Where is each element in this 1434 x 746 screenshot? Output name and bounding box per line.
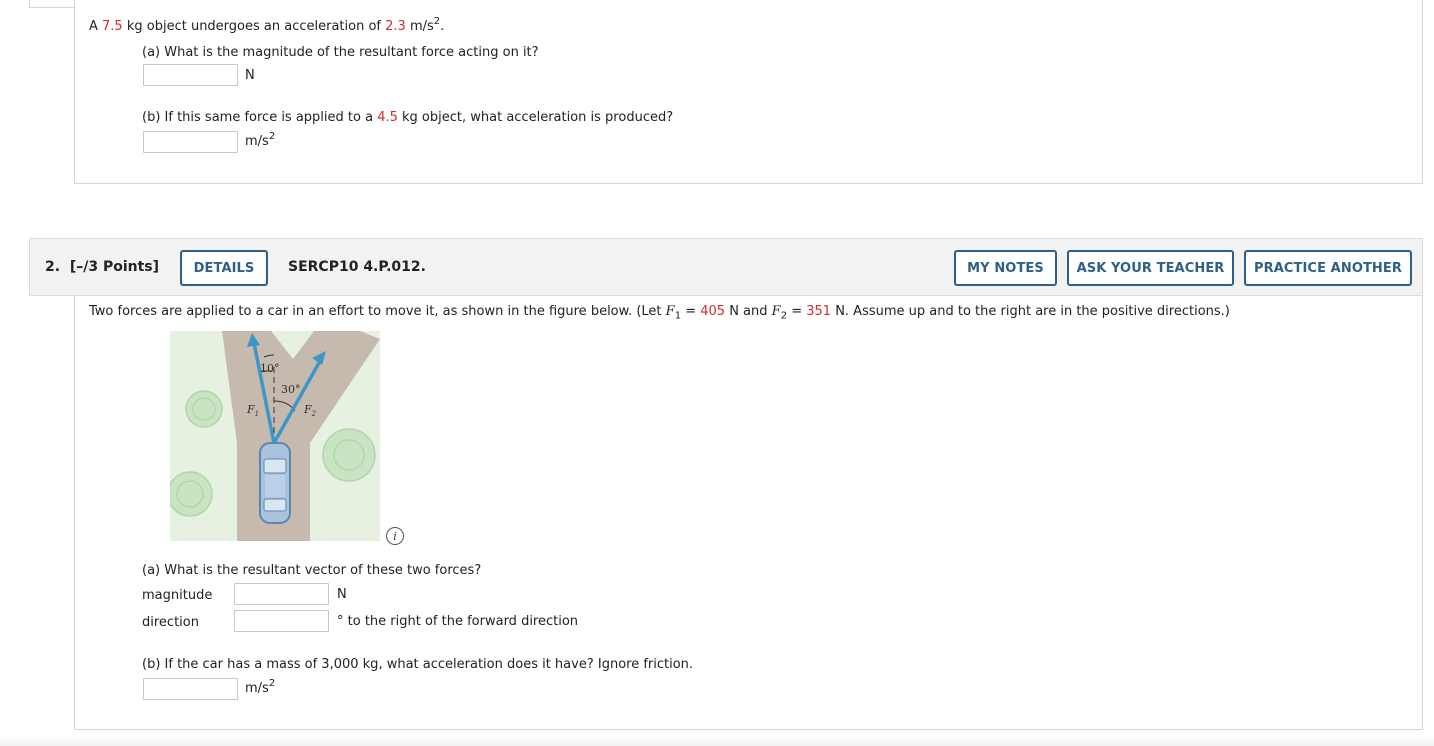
q1-intro: A 7.5 kg object undergoes an acceleratio… (89, 15, 445, 34)
q2-f1-value: 405 (700, 304, 726, 319)
q1-accel-value: 2.3 (385, 19, 406, 34)
direction-label: direction (142, 615, 199, 630)
q1-intro-exponent: 2 (433, 15, 441, 27)
angle-label-10: 10° (260, 362, 280, 375)
q1-mass-value: 7.5 (102, 19, 123, 34)
q2-f2-symbol: F (771, 304, 781, 319)
forces-on-car-figure: 10° 30° F1 F2 (170, 331, 380, 541)
q1-part-b-mass-value: 4.5 (377, 110, 398, 125)
car-icon (259, 442, 291, 524)
angle-label-30: 30° (281, 383, 301, 396)
q2-intro-text: N and (725, 304, 772, 319)
q2-part-b-prompt: (b) If the car has a mass of 3,000 kg, w… (142, 657, 694, 672)
q2-intro: Two forces are applied to a car in an ef… (89, 304, 1230, 321)
q1-part-a-prompt: (a) What is the magnitude of the resulta… (142, 45, 539, 60)
details-button[interactable]: DETAILS (180, 250, 268, 286)
q2-part-b-unit-exponent: 2 (268, 677, 276, 689)
q2-part-a-prompt: (a) What is the resultant vector of thes… (142, 563, 482, 578)
q2-part-b-unit-text: m/s (245, 681, 269, 696)
q1-part-b-unit-text: m/s (245, 134, 269, 149)
label-f1-subscript: 1 (255, 410, 259, 418)
q1-part-b-text: (b) If this same force is applied to a (142, 110, 378, 125)
question-number: 2. [–/3 Points] (45, 259, 159, 275)
q1-intro-text: kg object undergoes an acceleration of (122, 19, 386, 34)
q1-part-b-answer-input[interactable] (143, 131, 238, 153)
my-notes-button[interactable]: MY NOTES (954, 250, 1057, 286)
q2-intro-text: N. Assume up and to the right are in the… (831, 304, 1230, 319)
direction-input[interactable] (234, 610, 329, 632)
label-f2-subscript: 2 (311, 410, 317, 418)
magnitude-label: magnitude (142, 588, 213, 603)
direction-unit: ° to the right of the forward direction (337, 614, 579, 629)
ask-your-teacher-button[interactable]: ASK YOUR TEACHER (1067, 250, 1234, 286)
q1-intro-unit: m/s (405, 19, 434, 34)
label-f2-symbol: F (303, 403, 312, 416)
q2-part-b-answer-input[interactable] (143, 678, 238, 700)
question-points: [–/3 Points] (69, 259, 160, 275)
practice-another-button[interactable]: PRACTICE ANOTHER (1244, 250, 1412, 286)
q2-equals: = (787, 304, 807, 319)
page-bottom-edge (0, 736, 1434, 746)
bush-icon (170, 471, 213, 517)
magnitude-unit: N (337, 587, 347, 602)
q2-f1-symbol: F (665, 304, 675, 319)
magnitude-input[interactable] (234, 583, 329, 605)
q2-f2-value: 351 (806, 304, 832, 319)
q1-intro-end: . (440, 19, 445, 34)
info-icon[interactable]: i (386, 527, 404, 545)
q1-part-b-unit-exponent: 2 (268, 130, 276, 142)
q1-part-b-prompt: (b) If this same force is applied to a 4… (142, 110, 673, 125)
label-f1-symbol: F (246, 403, 255, 416)
q1-part-b-text: kg object, what acceleration is produced… (397, 110, 674, 125)
question-2-header: 2. [–/3 Points] DETAILS SERCP10 4.P.012.… (29, 238, 1423, 296)
q2-intro-text: Two forces are applied to a car in an ef… (89, 304, 666, 319)
bush-icon (322, 428, 376, 482)
q1-part-a-answer-input[interactable] (143, 64, 238, 86)
question-number-text: 2. (45, 259, 61, 275)
q2-equals: = (681, 304, 701, 319)
q1-intro-text: A (89, 19, 103, 34)
q2-part-b-unit: m/s2 (245, 677, 276, 696)
q1-part-b-unit: m/s2 (245, 130, 276, 149)
q1-part-a-unit: N (245, 68, 255, 83)
problem-id: SERCP10 4.P.012. (288, 259, 426, 275)
bush-icon (185, 390, 223, 428)
